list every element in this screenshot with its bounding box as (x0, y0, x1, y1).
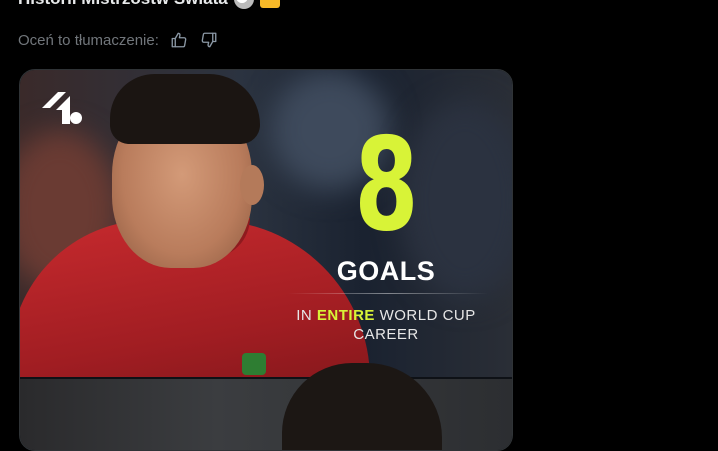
second-image[interactable] (20, 363, 512, 450)
post-text-content: Historii Mistrzostw Świata (18, 0, 228, 9)
soccer-ball-emoji (233, 0, 254, 9)
post-text: Historii Mistrzostw Świata (18, 0, 280, 9)
rating-label: Oceń to tłumaczenie: (18, 31, 159, 49)
stat-unit: GOALS (336, 256, 436, 286)
caption-highlight: ENTIRE (316, 307, 375, 324)
player-hair (110, 74, 260, 144)
thumbs-up-icon[interactable] (169, 30, 189, 50)
divider (288, 293, 488, 294)
onefootball-logo-icon (42, 92, 82, 124)
caption-pre: IN (296, 307, 317, 324)
translation-rating: Oceń to tłumaczenie: (18, 30, 219, 50)
thumbs-down-icon[interactable] (199, 30, 219, 50)
crown-emoji (259, 0, 280, 8)
stat-graphic[interactable]: 8 GOALS IN ENTIRE WORLD CUP CAREER (20, 70, 512, 377)
stat-caption: IN ENTIRE WORLD CUP CAREER (275, 306, 497, 344)
team-crest (242, 353, 266, 375)
stat-number: 8 (354, 111, 418, 260)
player-ear (240, 165, 264, 205)
post-media-image[interactable]: 8 GOALS IN ENTIRE WORLD CUP CAREER (19, 69, 513, 451)
